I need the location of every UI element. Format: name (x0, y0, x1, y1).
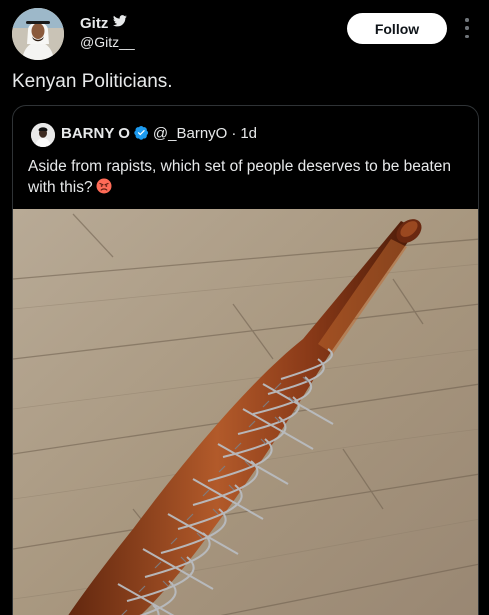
quoted-display-name[interactable]: BARNY O (61, 125, 130, 142)
quoted-timestamp[interactable]: 1d (240, 125, 257, 142)
twitter-bird-icon (113, 14, 128, 32)
profile-photo-icon (12, 8, 64, 60)
quoted-meta-row: BARNY O @_BarnyO · 1d (61, 125, 257, 142)
vertical-ellipsis-icon[interactable] (460, 16, 474, 40)
author-name-row[interactable]: Gitz (80, 14, 128, 32)
quoted-author-avatar[interactable] (31, 123, 55, 147)
quoted-tweet-card[interactable]: BARNY O @_BarnyO · 1d Aside from rapists… (12, 105, 479, 615)
tweet-text: Kenyan Politicians. (12, 71, 173, 92)
quoted-profile-photo-icon (31, 123, 55, 147)
author-handle[interactable]: @Gitz__ (80, 34, 135, 50)
follow-button[interactable]: Follow (347, 13, 447, 44)
quoted-handle[interactable]: @_BarnyO (153, 125, 227, 142)
author-avatar[interactable] (12, 8, 64, 60)
quoted-tweet-text-body: Aside from rapists, which set of people … (28, 158, 452, 196)
meta-separator: · (231, 125, 237, 142)
angry-face-emoji-icon (96, 178, 112, 194)
verified-badge-icon (134, 125, 149, 142)
quoted-tweet-text: Aside from rapists, which set of people … (28, 156, 468, 198)
bat-photo-image[interactable] (13, 209, 479, 615)
author-display-name[interactable]: Gitz (80, 15, 108, 32)
